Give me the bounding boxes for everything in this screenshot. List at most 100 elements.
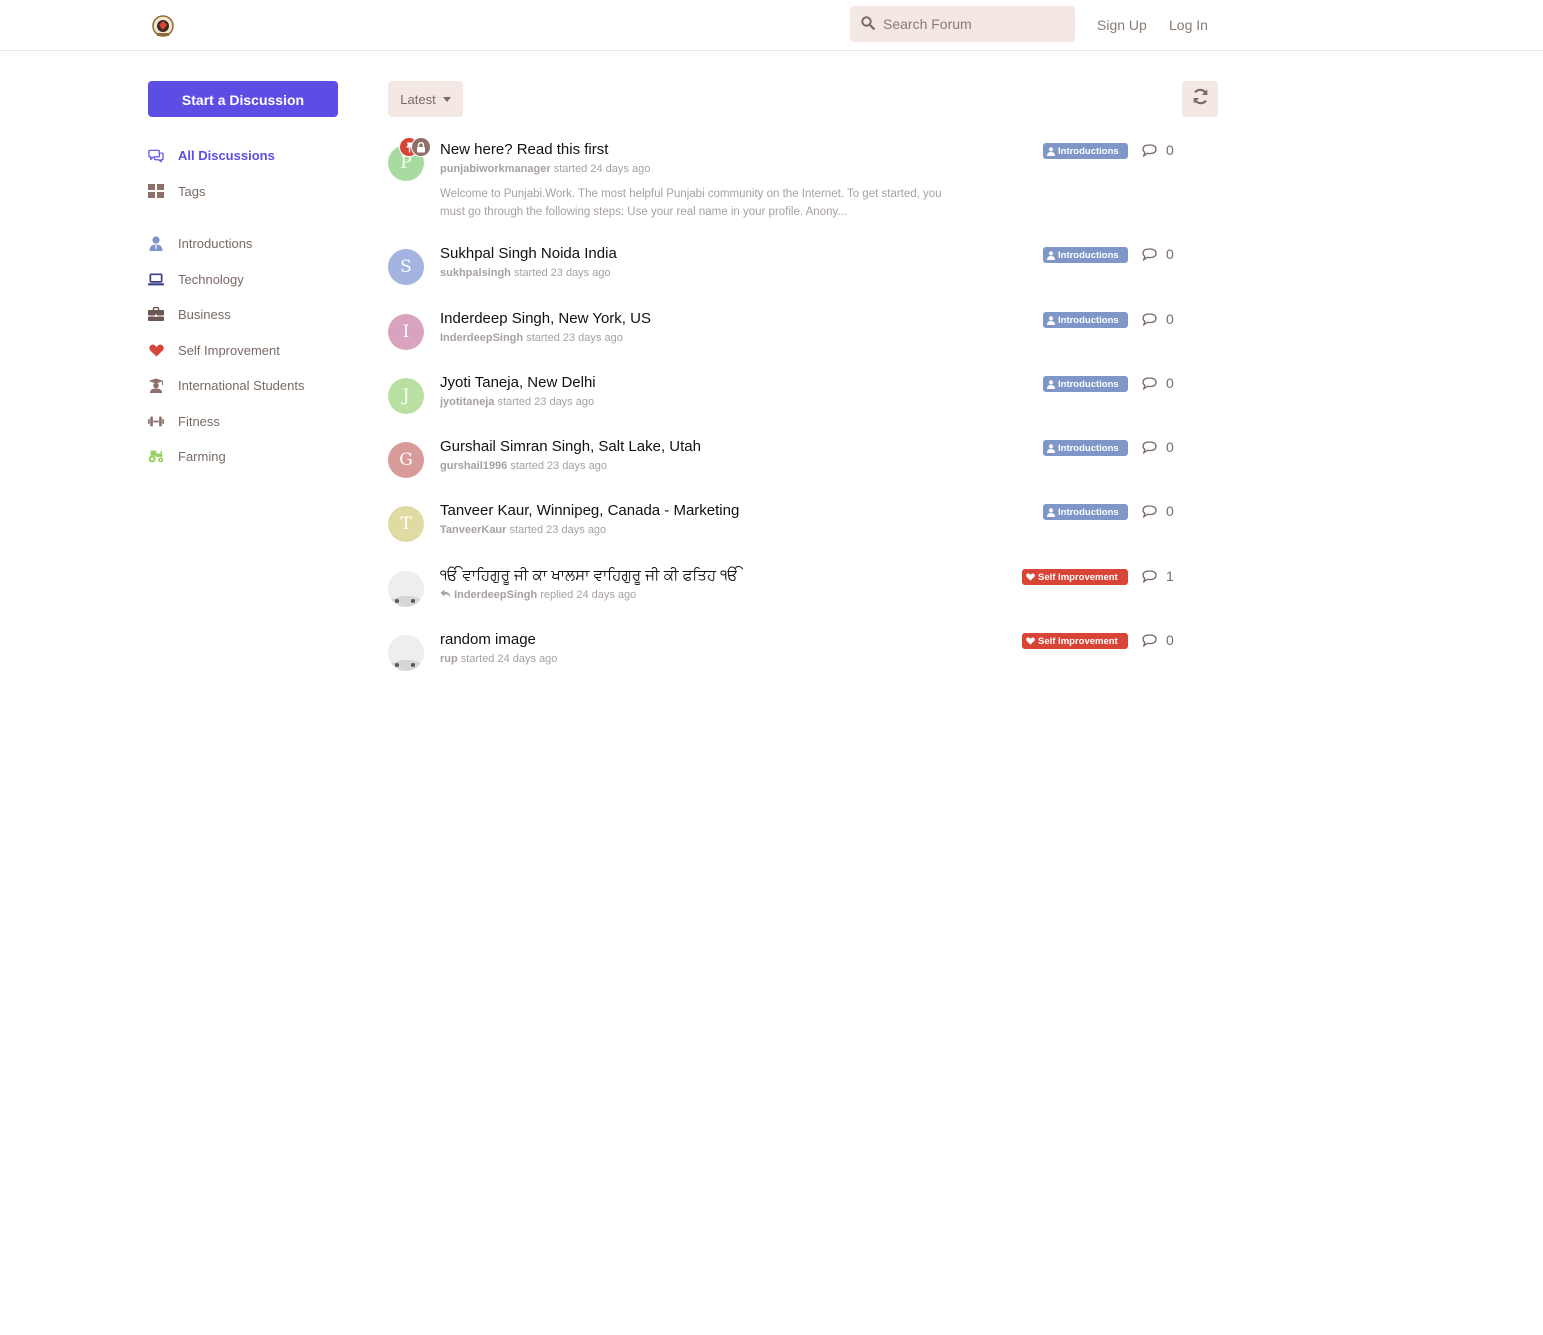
tag-badge[interactable]: Introductions	[1043, 247, 1128, 263]
nav-tag-self-improvement[interactable]: Self Improvement	[148, 340, 280, 360]
sign-up-link[interactable]: Sign Up	[1097, 17, 1147, 33]
nav-all-discussions[interactable]: All Discussions	[148, 145, 275, 165]
nav-tag-international-students[interactable]: International Students	[148, 375, 304, 395]
avatar-photo	[388, 635, 424, 671]
search-box[interactable]	[850, 6, 1075, 42]
nav-tag-label: Introductions	[178, 235, 253, 251]
avatar[interactable]: G	[388, 442, 424, 478]
user-tie-icon	[1047, 379, 1055, 389]
reply-arrow-icon	[440, 589, 451, 601]
discussion-title[interactable]: ੴ ਵਾਹਿਗੁਰੂ ਜੀ ਕਾ ਖਾਲਸਾ ਵਾਹਿਗੁਰੂ ਜੀ ਕੀ ਫਤ…	[440, 567, 738, 584]
tag-label: Introductions	[1058, 314, 1119, 326]
tag-badge[interactable]: Self Improvement	[1022, 569, 1128, 585]
sort-dropdown[interactable]: Latest	[388, 81, 463, 117]
discussion-badges	[399, 137, 431, 157]
tag-label: Introductions	[1058, 145, 1119, 157]
discussion-title[interactable]: Sukhpal Singh Noida India	[440, 245, 617, 262]
search-input[interactable]	[883, 6, 1068, 42]
tag-badge[interactable]: Introductions	[1043, 143, 1128, 159]
avatar[interactable]: T	[388, 506, 424, 542]
discussion-item[interactable]: G Gurshail Simran Singh, Salt Lake, Utah…	[388, 438, 1188, 482]
tag-label: Self Improvement	[1038, 635, 1118, 647]
refresh-button[interactable]	[1182, 81, 1218, 117]
header-bar: Sign Up Log In	[0, 0, 1543, 51]
forum-logo-icon[interactable]	[150, 13, 176, 39]
dumbbell-icon	[148, 413, 164, 429]
discussion-item[interactable]: ੴ ਵਾਹਿਗੁਰੂ ਜੀ ਕਾ ਖਾਲਸਾ ਵਾਹਿਗੁਰੂ ਜੀ ਕੀ ਫਤ…	[388, 567, 1188, 611]
discussion-author[interactable]: sukhpalsingh	[440, 267, 511, 279]
nav-tag-label: Business	[178, 306, 231, 322]
reply-count: 0	[1142, 439, 1174, 455]
nav-all-discussions-label: All Discussions	[178, 147, 275, 163]
nav-tag-technology[interactable]: Technology	[148, 269, 244, 289]
reply-count: 0	[1142, 503, 1174, 519]
laptop-icon	[148, 271, 164, 287]
discussion-item[interactable]: T Tanveer Kaur, Winnipeg, Canada - Marke…	[388, 502, 1188, 546]
tag-label: Introductions	[1058, 249, 1119, 261]
discussion-time: started 23 days ago	[513, 267, 611, 279]
comment-icon	[1142, 504, 1157, 518]
tag-badge[interactable]: Introductions	[1043, 376, 1128, 392]
discussion-meta: punjabiworkmanager started 24 days ago	[440, 163, 650, 175]
discussion-title[interactable]: New here? Read this first	[440, 141, 608, 158]
user-tie-icon	[1047, 250, 1055, 260]
discussion-time: started 23 days ago	[526, 332, 623, 344]
sort-label: Latest	[400, 91, 436, 107]
log-in-link[interactable]: Log In	[1169, 17, 1208, 33]
discussion-item[interactable]: I Inderdeep Singh, New York, US Inderdee…	[388, 310, 1188, 354]
reply-count-value: 0	[1166, 142, 1174, 158]
caret-down-icon	[442, 96, 451, 102]
user-tie-icon	[148, 235, 164, 251]
discussion-author[interactable]: TanveerKaur	[440, 524, 506, 536]
tag-label: Introductions	[1058, 506, 1119, 518]
avatar[interactable]: S	[388, 249, 424, 285]
reply-count: 0	[1142, 311, 1174, 327]
comments-icon	[148, 147, 164, 163]
discussion-time: started 23 days ago	[509, 524, 607, 536]
refresh-icon	[1192, 88, 1209, 110]
discussion-meta: jyotitaneja started 23 days ago	[440, 396, 594, 408]
comment-icon	[1142, 633, 1157, 647]
discussion-item[interactable]: random image rup started 24 days ago Sel…	[388, 631, 1188, 675]
tag-badge[interactable]: Self Improvement	[1022, 633, 1128, 649]
nav-tag-introductions[interactable]: Introductions	[148, 233, 252, 253]
discussion-title[interactable]: random image	[440, 631, 536, 648]
discussion-author[interactable]: InderdeepSingh	[440, 332, 523, 344]
tag-badge[interactable]: Introductions	[1043, 440, 1128, 456]
tag-badge[interactable]: Introductions	[1043, 504, 1128, 520]
comment-icon	[1142, 143, 1157, 157]
avatar[interactable]	[388, 635, 424, 671]
discussion-title[interactable]: Jyoti Taneja, New Delhi	[440, 374, 596, 391]
avatar[interactable]: I	[388, 314, 424, 350]
discussion-item[interactable]: S Sukhpal Singh Noida India sukhpalsingh…	[388, 245, 1188, 289]
discussion-meta: sukhpalsingh started 23 days ago	[440, 267, 611, 279]
reply-count-value: 0	[1166, 311, 1174, 327]
nav-tag-label: Farming	[178, 448, 226, 464]
tag-label: Introductions	[1058, 378, 1119, 390]
avatar[interactable]	[388, 571, 424, 607]
discussion-title[interactable]: Inderdeep Singh, New York, US	[440, 310, 651, 327]
discussion-author[interactable]: punjabiworkmanager	[440, 163, 551, 175]
start-discussion-button[interactable]: Start a Discussion	[148, 81, 338, 117]
discussion-author[interactable]: rup	[440, 653, 458, 665]
discussion-author[interactable]: jyotitaneja	[440, 396, 494, 408]
nav-tags[interactable]: Tags	[148, 181, 205, 201]
discussion-item[interactable]: P New here? Read this first punjabiworkm…	[388, 137, 1188, 227]
nav-tag-business[interactable]: Business	[148, 304, 231, 324]
discussion-title[interactable]: Gurshail Simran Singh, Salt Lake, Utah	[440, 438, 701, 455]
avatar[interactable]: J	[388, 378, 424, 414]
reply-count-value: 0	[1166, 375, 1174, 391]
discussion-title[interactable]: Tanveer Kaur, Winnipeg, Canada - Marketi…	[440, 502, 739, 519]
discussion-item[interactable]: J Jyoti Taneja, New Delhi jyotitaneja st…	[388, 374, 1188, 418]
user-tie-icon	[1047, 507, 1055, 517]
discussion-author[interactable]: gurshail1996	[440, 460, 507, 472]
tags-grid-icon	[148, 183, 164, 199]
nav-tag-fitness[interactable]: Fitness	[148, 411, 220, 431]
discussion-author[interactable]: InderdeepSingh	[454, 589, 537, 601]
nav-tag-farming[interactable]: Farming	[148, 446, 226, 466]
comment-icon	[1142, 569, 1157, 583]
search-icon	[861, 16, 875, 30]
tag-badge[interactable]: Introductions	[1043, 312, 1128, 328]
tractor-icon	[148, 448, 164, 464]
discussion-time: replied 24 days ago	[540, 589, 637, 601]
